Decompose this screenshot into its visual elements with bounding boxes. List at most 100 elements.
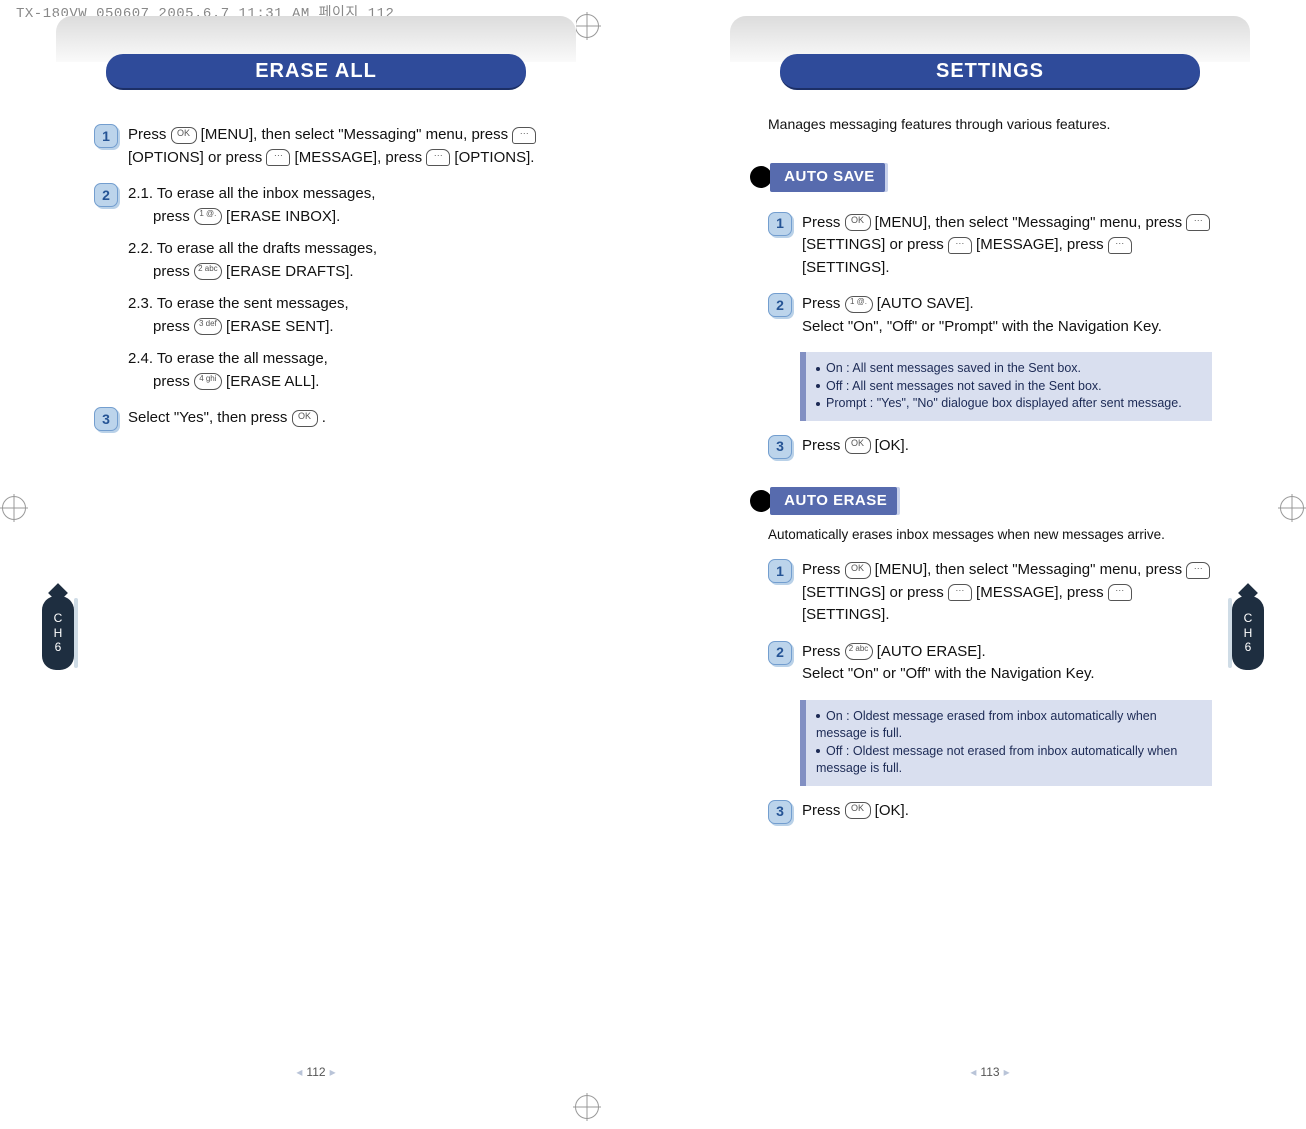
text-fragment: [OK]. <box>871 437 909 454</box>
text-fragment: [MESSAGE], press <box>972 236 1108 253</box>
softkey-icon: ··· <box>426 149 450 166</box>
text-fragment: [OPTIONS]. <box>450 149 534 166</box>
chapter-letter: H <box>1244 626 1253 640</box>
ok-icon: OK <box>292 410 318 427</box>
page-number-left: ◂ 112 ▸ <box>296 1065 335 1079</box>
auto-erase-note: On : Oldest message erased from inbox au… <box>800 700 1212 786</box>
crop-mark-left <box>0 494 28 522</box>
text-fragment: press <box>153 263 194 280</box>
text-fragment: [ERASE ALL]. <box>226 373 319 390</box>
step-badge-2: 2 <box>768 293 792 317</box>
text-fragment: Press <box>802 802 845 819</box>
page-number-value: 112 <box>306 1065 325 1079</box>
page-title: SETTINGS <box>936 60 1044 83</box>
ok-icon: OK <box>845 802 871 819</box>
as-step-3: 3 Press OK [OK]. <box>768 435 1212 459</box>
page-title: ERASE ALL <box>255 60 377 83</box>
text-fragment: Select "Yes", then press <box>128 409 292 426</box>
step-badge-2: 2 <box>768 641 792 665</box>
text-fragment: 2.3. To erase the sent messages, <box>128 295 349 312</box>
numkey-4-icon: 4 ghi <box>194 373 222 390</box>
title-bar: ERASE ALL <box>56 50 576 90</box>
numkey-2-icon: 2 abc <box>845 643 873 660</box>
ok-icon: OK <box>171 127 197 144</box>
chip-dot-icon <box>750 166 772 188</box>
ae-step-2-text: Press 2 abc [AUTO ERASE]. Select "On" or… <box>802 641 1212 686</box>
step-badge-3: 3 <box>94 407 118 431</box>
text-fragment: Press <box>802 561 845 578</box>
chapter-number: 6 <box>1245 640 1252 654</box>
ae-step-3-text: Press OK [OK]. <box>802 800 1212 824</box>
chip-dot-icon <box>750 490 772 512</box>
note-line: On : Oldest message erased from inbox au… <box>816 709 1157 741</box>
softkey-icon: ··· <box>948 584 972 601</box>
chip-label: AUTO SAVE <box>770 163 885 192</box>
text-fragment: Select "On", "Off" or "Prompt" with the … <box>802 318 1162 335</box>
text-fragment: [MENU], then select "Messaging" menu, pr… <box>871 214 1187 231</box>
auto-save-note: On : All sent messages saved in the Sent… <box>800 352 1212 421</box>
ae-step-1-text: Press OK [MENU], then select "Messaging"… <box>802 559 1212 627</box>
as-step-2: 2 Press 1 @. [AUTO SAVE]. Select "On", "… <box>768 293 1212 338</box>
text-fragment: [ERASE INBOX]. <box>226 208 340 225</box>
ok-icon: OK <box>845 437 871 454</box>
page-number-wing-icon: ◂ <box>970 1065 976 1079</box>
softkey-icon: ··· <box>1108 237 1132 254</box>
text-fragment: press <box>153 318 194 335</box>
chapter-number: 6 <box>55 640 62 654</box>
ok-icon: OK <box>845 562 871 579</box>
text-fragment: [MENU], then select "Messaging" menu, pr… <box>871 561 1187 578</box>
chapter-letter: C <box>1244 611 1253 625</box>
text-fragment: 2.2. To erase all the drafts messages, <box>128 240 377 257</box>
crop-mark-right <box>1278 494 1306 522</box>
text-fragment: [AUTO ERASE]. <box>877 643 986 660</box>
text-fragment: 2.4. To erase the all message, <box>128 350 328 367</box>
step-3-text: Select "Yes", then press OK . <box>128 407 538 431</box>
text-fragment: [OK]. <box>871 802 909 819</box>
text-fragment: [SETTINGS]. <box>802 259 890 276</box>
ae-step-3: 3 Press OK [OK]. <box>768 800 1212 824</box>
right-page: SETTINGS Manages messaging features thro… <box>730 16 1250 1089</box>
text-fragment: [SETTINGS] or press <box>802 584 948 601</box>
softkey-icon: ··· <box>512 127 536 144</box>
numkey-2-icon: 2 abc <box>194 263 222 280</box>
crop-mark-bottom <box>573 1093 601 1121</box>
step-1: 1 Press OK [MENU], then select "Messagin… <box>94 124 538 169</box>
note-line: Off : Oldest message not erased from inb… <box>816 744 1177 776</box>
step-2-text: 2.1. To erase all the inbox messages, pr… <box>128 183 538 393</box>
step-badge-3: 3 <box>768 800 792 824</box>
ok-icon: OK <box>845 214 871 231</box>
as-step-1-text: Press OK [MENU], then select "Messaging"… <box>802 212 1212 280</box>
step-3: 3 Select "Yes", then press OK . <box>94 407 538 431</box>
step-1-text: Press OK [MENU], then select "Messaging"… <box>128 124 538 169</box>
text-fragment: press <box>153 208 194 225</box>
as-step-3-text: Press OK [OK]. <box>802 435 1212 459</box>
chapter-letter: C <box>54 611 63 625</box>
page-spread: ERASE ALL 1 Press OK [MENU], then select… <box>56 16 1250 1089</box>
page-number-right: ◂ 113 ▸ <box>970 1065 1009 1079</box>
text-fragment: Press <box>802 214 845 231</box>
right-content: Manages messaging features through vario… <box>730 90 1250 858</box>
softkey-icon: ··· <box>1186 562 1210 579</box>
section-chip-auto-save: AUTO SAVE <box>750 163 885 192</box>
text-fragment: Press <box>802 643 845 660</box>
text-fragment: [SETTINGS] or press <box>802 236 948 253</box>
text-fragment: press <box>153 373 194 390</box>
text-fragment: [OPTIONS] or press <box>128 149 266 166</box>
page-number-wing-icon: ▸ <box>1004 1065 1010 1079</box>
softkey-icon: ··· <box>1186 214 1210 231</box>
left-content: 1 Press OK [MENU], then select "Messagin… <box>56 90 576 465</box>
chip-label: AUTO ERASE <box>770 487 897 516</box>
numkey-3-icon: 3 def <box>194 318 222 335</box>
lead-text: Manages messaging features through vario… <box>768 114 1212 135</box>
as-step-2-text: Press 1 @. [AUTO SAVE]. Select "On", "Of… <box>802 293 1212 338</box>
note-line: Off : All sent messages not saved in the… <box>826 379 1102 393</box>
softkey-icon: ··· <box>948 237 972 254</box>
softkey-icon: ··· <box>266 149 290 166</box>
text-fragment: 2.1. To erase all the inbox messages, <box>128 185 375 202</box>
substep: 2.1. To erase all the inbox messages, pr… <box>128 183 538 228</box>
text-fragment: [MESSAGE], press <box>972 584 1108 601</box>
step-badge-1: 1 <box>768 559 792 583</box>
chapter-tab-right: C H 6 <box>1232 596 1264 670</box>
step-badge-3: 3 <box>768 435 792 459</box>
section-subtext: Automatically erases inbox messages when… <box>768 525 1212 545</box>
